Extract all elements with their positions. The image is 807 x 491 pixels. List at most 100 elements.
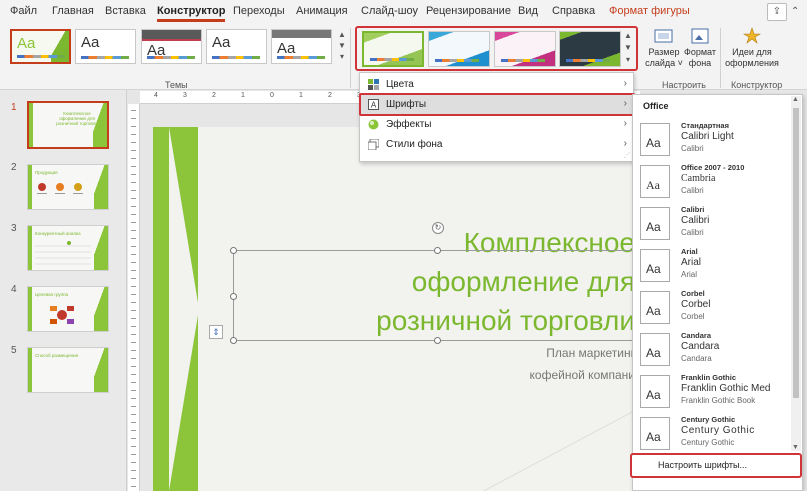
- slide-subtitle[interactable]: План маркетинг кофейной компани: [395, 342, 635, 386]
- tab-design[interactable]: Конструктор: [157, 5, 226, 22]
- tab-animations[interactable]: Анимация: [296, 5, 348, 17]
- fonts-scrollbar[interactable]: ▲ ▼: [791, 96, 801, 451]
- font-option-calibri[interactable]: Aa Calibri Calibri Calibri: [637, 205, 789, 245]
- theme-thumb-5[interactable]: Aa: [271, 29, 332, 64]
- resize-handle-n[interactable]: [434, 247, 441, 254]
- slide-thumb-5[interactable]: Способ размещения: [27, 347, 109, 393]
- slide-thumb-4[interactable]: Целевая группа: [27, 286, 109, 332]
- variant-blue[interactable]: [428, 31, 490, 67]
- menu-item-background-styles[interactable]: Стили фона ›: [360, 135, 633, 155]
- slide-subtitle-line: План маркетинг: [546, 346, 635, 360]
- design-ideas-button[interactable]: Идеи для оформления: [724, 27, 780, 69]
- font-option-body: Franklin Gothic Book: [681, 396, 756, 405]
- ruler-tick: [131, 150, 136, 151]
- tab-slideshow[interactable]: Слайд-шоу: [361, 5, 418, 17]
- designer-group-label: Конструктор: [731, 80, 783, 90]
- font-option-standard[interactable]: Aa Стандартная Calibri Light Calibri: [637, 121, 789, 161]
- ruler-tick: [131, 222, 136, 223]
- variants-more-icon[interactable]: ▲ ▼ ▾: [622, 30, 634, 68]
- tab-insert[interactable]: Вставка: [105, 5, 146, 17]
- theme-thumb-4[interactable]: Aa: [206, 29, 267, 64]
- customize-fonts-button[interactable]: Настроить шрифты...: [630, 453, 802, 478]
- analysis-table: [35, 241, 91, 265]
- scroll-down-icon[interactable]: ▼: [792, 444, 799, 451]
- slide-number: 4: [11, 284, 17, 295]
- vertical-ruler: [128, 104, 140, 491]
- slide-number: 2: [11, 162, 17, 173]
- tab-review[interactable]: Рецензирование: [426, 5, 511, 17]
- theme-thumb-2[interactable]: Aa: [75, 29, 136, 64]
- theme-thumb-text: Aa: [277, 40, 296, 57]
- tab-transitions[interactable]: Переходы: [233, 5, 285, 17]
- slide-thumb-3[interactable]: Конкурентный анализ: [27, 225, 109, 271]
- resize-handle-nw[interactable]: [230, 247, 237, 254]
- font-option-body: Calibri: [681, 228, 704, 237]
- font-option-century-gothic[interactable]: Aa Century Gothic Century Gothic Century…: [637, 415, 789, 455]
- rotate-handle-icon[interactable]: ↻: [432, 222, 444, 234]
- font-option-office-2007[interactable]: Aa Office 2007 - 2010 Cambria Calibri: [637, 163, 789, 203]
- resize-grip-icon[interactable]: ⋰: [624, 152, 630, 159]
- theme-color-bar: [81, 56, 129, 59]
- font-option-body: Calibri: [681, 186, 704, 195]
- font-option-name: Calibri: [681, 205, 705, 214]
- variant-dark[interactable]: [559, 31, 621, 67]
- ruler-tick: [131, 230, 136, 231]
- tab-shape-format[interactable]: Формат фигуры: [609, 5, 690, 17]
- resize-handle-sw[interactable]: [230, 337, 237, 344]
- themes-gallery-scroll[interactable]: ▲ ▼ ▾: [336, 29, 348, 64]
- font-preview-box: Aa: [640, 375, 670, 408]
- share-icon[interactable]: ⇪: [767, 3, 787, 21]
- menu-item-label: Эффекты: [386, 119, 432, 130]
- tab-file[interactable]: Файл: [10, 5, 37, 17]
- font-option-heading: Cambria: [681, 173, 716, 184]
- ruler-mark: 0: [270, 92, 274, 99]
- ruler-tick: [131, 406, 136, 407]
- font-option-name: Arial: [681, 247, 698, 256]
- resize-handle-w[interactable]: [230, 293, 237, 300]
- ruler-tick: [131, 246, 136, 247]
- ruler-tick: [131, 134, 136, 135]
- ruler-mark: 1: [299, 92, 303, 99]
- ruler-tick: [131, 190, 136, 191]
- ruler-tick: [131, 278, 136, 279]
- tab-view[interactable]: Вид: [518, 5, 538, 17]
- ruler-tick: [131, 126, 136, 127]
- ruler-tick: [131, 414, 136, 415]
- design-ideas-label: Идеи для оформления: [725, 47, 779, 68]
- font-option-franklin-gothic[interactable]: Aa Franklin Gothic Franklin Gothic Med F…: [637, 373, 789, 413]
- tab-home[interactable]: Главная: [52, 5, 94, 17]
- scroll-thumb[interactable]: [793, 108, 799, 398]
- font-preview-box: Aa: [640, 417, 670, 450]
- menu-item-label: Стили фона: [386, 139, 443, 150]
- customize-fonts-label: Настроить шрифты...: [658, 460, 748, 470]
- format-background-button[interactable]: Формат фона: [684, 27, 716, 69]
- menu-item-colors[interactable]: Цвета ›: [360, 75, 633, 95]
- slide-size-button[interactable]: Размер слайда ˅: [645, 27, 683, 69]
- collapse-ribbon-icon[interactable]: ⌃: [791, 3, 803, 21]
- font-option-candara[interactable]: Aa Candara Candara Candara: [637, 331, 789, 371]
- ruler-tick: [131, 238, 136, 239]
- variant-green[interactable]: [362, 31, 424, 67]
- layout-options-icon[interactable]: ⇕: [209, 325, 223, 339]
- slide-size-icon: [654, 29, 673, 43]
- font-option-arial[interactable]: Aa Arial Arial Arial: [637, 247, 789, 287]
- ruler-tick: [131, 462, 136, 463]
- ruler-tick: [131, 358, 136, 359]
- ruler-tick: [131, 310, 136, 311]
- slide-thumb-2[interactable]: Продукция: [27, 164, 109, 210]
- ruler-tick: [131, 438, 136, 439]
- menu-item-effects[interactable]: Эффекты ›: [360, 115, 633, 135]
- ruler-tick: [131, 318, 136, 319]
- ruler-tick: [131, 142, 136, 143]
- theme-thumb-3[interactable]: Aa: [141, 29, 202, 64]
- theme-thumb-1[interactable]: Aa: [10, 29, 71, 64]
- tab-help[interactable]: Справка: [552, 5, 595, 17]
- font-option-heading: Calibri Light: [681, 131, 734, 142]
- slide-thumb-1[interactable]: Комплексное оформление для розничной тор…: [27, 101, 109, 149]
- scroll-up-icon[interactable]: ▲: [792, 96, 799, 103]
- font-option-corbel[interactable]: Aa Corbel Corbel Corbel: [637, 289, 789, 329]
- resize-handle-s[interactable]: [434, 337, 441, 344]
- slide-thumb-title: Способ размещения: [35, 353, 79, 358]
- theme-thumb-text: Aa: [212, 34, 231, 51]
- variant-pink[interactable]: [494, 31, 556, 67]
